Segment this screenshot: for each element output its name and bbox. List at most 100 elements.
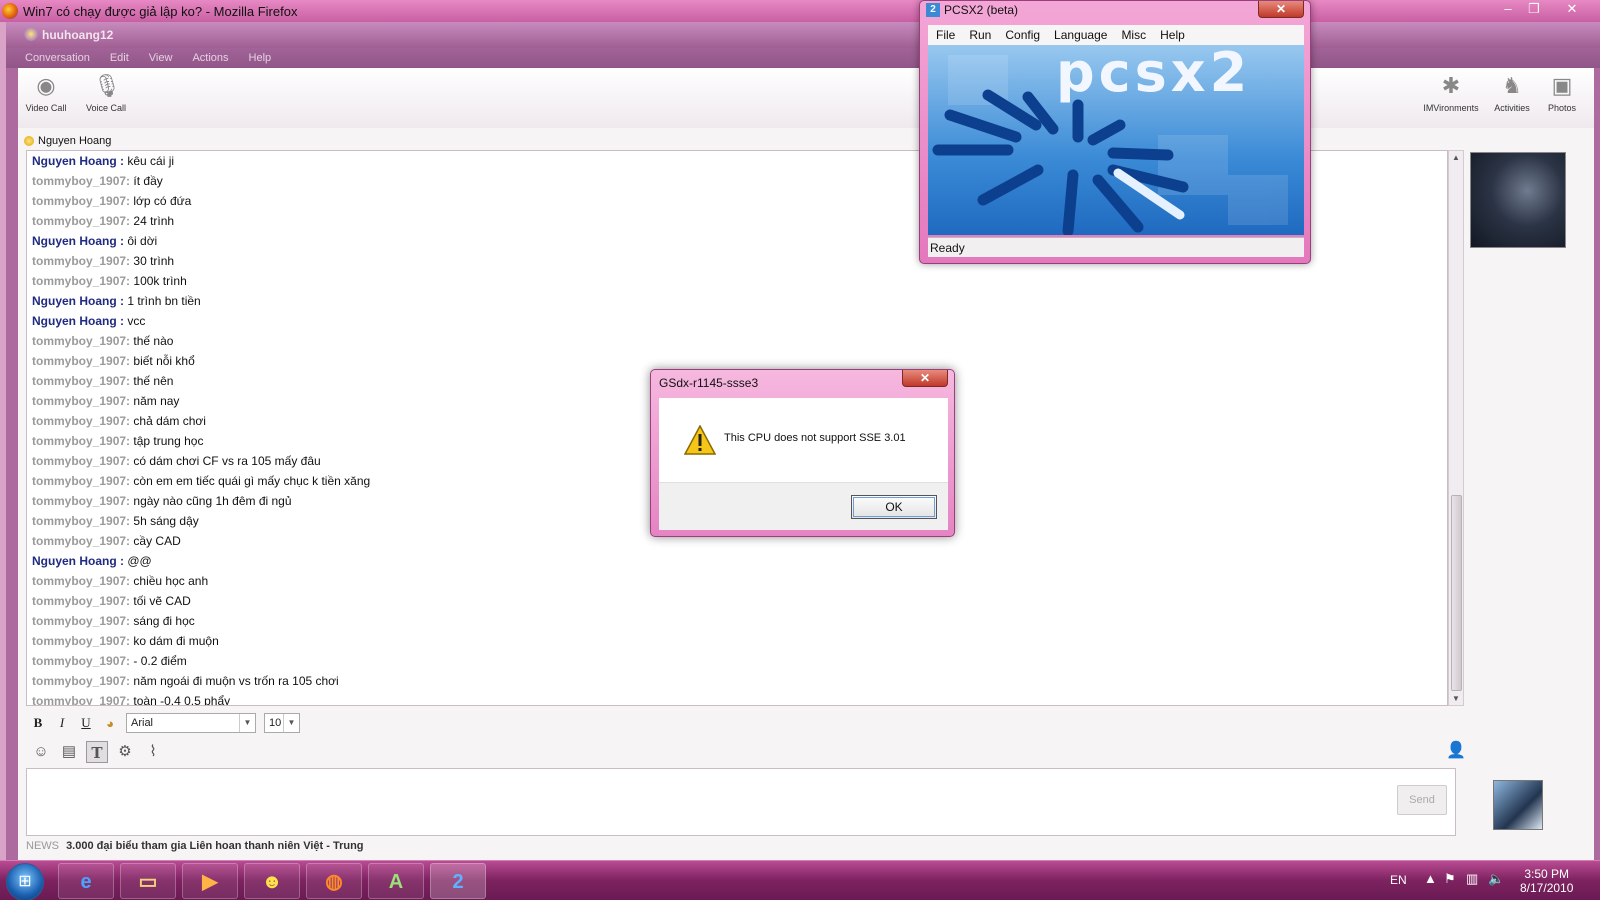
message-input[interactable]: Send — [26, 768, 1456, 836]
message-text: biết nỗi khổ — [133, 354, 195, 368]
audible-icon[interactable]: ▤ — [58, 741, 80, 763]
imvironments-button[interactable]: ✱ IMVironments — [1418, 72, 1484, 113]
yahoo-messenger-icon[interactable]: ☻ — [244, 863, 300, 899]
gsdx-close-button[interactable]: ✕ — [902, 370, 948, 387]
underline-button[interactable]: U — [78, 715, 94, 731]
message-text: ít đầy — [133, 174, 163, 188]
plugins-icon[interactable]: ⚙ — [114, 741, 136, 763]
pcsx2-close-button[interactable]: ✕ — [1258, 1, 1304, 18]
message-text: toàn -0.4 0.5 phẩy — [133, 694, 231, 706]
message-sender: tommyboy_1907: — [32, 434, 131, 448]
pcsx2-menu-misc[interactable]: Misc — [1121, 28, 1146, 42]
chess-knight-icon: ♞ — [1502, 73, 1522, 98]
pcsx2-title: PCSX2 (beta) — [944, 3, 1019, 17]
message-sender: tommyboy_1907: — [32, 474, 131, 488]
chat-message: tommyboy_1907: toàn -0.4 0.5 phẩy — [32, 691, 1447, 706]
avatar-panel — [1468, 150, 1580, 850]
emoticon-icon[interactable]: ☺ — [30, 741, 52, 763]
restore-icon[interactable]: ❐ — [1520, 0, 1548, 18]
my-avatar[interactable] — [1493, 780, 1543, 830]
clock-time: 3:50 PM — [1524, 867, 1570, 881]
send-button[interactable]: Send — [1397, 785, 1447, 815]
bold-button[interactable]: B — [30, 715, 46, 731]
message-sender: Nguyen Hoang : — [32, 314, 124, 328]
firefox-titlebar: Win7 có chạy được giả lập ko? - Mozilla … — [0, 0, 1600, 22]
pcsx2-menu-help[interactable]: Help — [1160, 28, 1185, 42]
imvironments-label: IMVironments — [1423, 103, 1479, 113]
chat-scrollbar[interactable]: ▲ ▼ — [1448, 150, 1464, 706]
chat-message: tommyboy_1907: chiều học anh — [32, 571, 1447, 591]
message-sender: tommyboy_1907: — [32, 594, 131, 608]
pcsx2-taskbar-icon[interactable]: 2 — [430, 863, 486, 899]
language-indicator[interactable]: EN — [1390, 873, 1407, 887]
message-text: cầy CAD — [133, 534, 181, 548]
gsdx-footer: OK — [659, 482, 948, 530]
file-explorer-icon[interactable]: ▭ — [120, 863, 176, 899]
firefox-icon — [2, 3, 18, 19]
message-text: thế nào — [133, 334, 174, 348]
autocad-icon[interactable]: A — [368, 863, 424, 899]
internet-explorer-icon[interactable]: e — [58, 863, 114, 899]
pcsx2-menu-config[interactable]: Config — [1005, 28, 1040, 42]
messenger-icon — [24, 27, 38, 41]
volume-icon[interactable]: 🔈 — [1488, 871, 1504, 887]
font-size-select[interactable]: 10 ▼ — [264, 713, 300, 733]
italic-button[interactable]: I — [54, 715, 70, 731]
action-center-flag-icon[interactable]: ⚑ — [1444, 871, 1456, 887]
news-ticker[interactable]: NEWS 3.000 đại biểu tham gia Liên hoan t… — [26, 840, 1456, 856]
minimize-icon[interactable]: – — [1494, 0, 1522, 18]
ok-button[interactable]: OK — [851, 495, 937, 519]
message-text: thế nên — [133, 374, 174, 388]
scroll-down-icon[interactable]: ▼ — [1452, 694, 1460, 703]
pcsx2-menu-language[interactable]: Language — [1054, 28, 1107, 42]
network-icon[interactable]: ▥ — [1466, 871, 1478, 887]
contact-bar: Nguyen Hoang — [18, 128, 1594, 150]
media-player-icon[interactable]: ▶ — [182, 863, 238, 899]
webcam-icon: ◉ — [36, 73, 56, 98]
message-sender: Nguyen Hoang : — [32, 294, 124, 308]
news-headline[interactable]: 3.000 đại biểu tham gia Liên hoan thanh … — [66, 840, 363, 852]
chat-message: Nguyen Hoang : @@ — [32, 551, 1447, 571]
message-text: lớp có đứa — [133, 194, 192, 208]
contact-avatar[interactable] — [1470, 152, 1566, 248]
text-color-icon[interactable]: ◕ — [102, 716, 118, 731]
firefox-taskbar-icon[interactable]: ◍ — [306, 863, 362, 899]
show-hidden-icons-icon[interactable]: ▲ — [1424, 871, 1437, 886]
scroll-thumb[interactable] — [1451, 495, 1462, 691]
activities-label: Activities — [1494, 103, 1530, 113]
message-text: vcc — [127, 314, 146, 328]
menu-conversation[interactable]: Conversation — [25, 52, 90, 64]
menu-edit[interactable]: Edit — [110, 52, 129, 64]
messenger-title: huuhoang12 — [42, 28, 114, 42]
message-sender: tommyboy_1907: — [32, 494, 131, 508]
message-sender: tommyboy_1907: — [32, 214, 131, 228]
video-call-button[interactable]: ◉ Video Call — [18, 72, 74, 113]
attachment-icon[interactable]: ⌇ — [142, 741, 164, 763]
menu-help[interactable]: Help — [249, 52, 272, 64]
message-text: năm ngoái đi muộn vs trốn ra 105 chơi — [133, 674, 339, 688]
add-contact-icon[interactable]: 👤 — [1446, 740, 1466, 760]
message-sender: Nguyen Hoang : — [32, 154, 124, 168]
text-format-icon[interactable]: T — [86, 741, 108, 763]
voice-call-button[interactable]: 🎙 Voice Call — [78, 72, 134, 113]
pcsx2-menu-file[interactable]: File — [936, 28, 955, 42]
clock[interactable]: 3:50 PM 8/17/2010 — [1520, 867, 1573, 895]
font-select[interactable]: Arial ▼ — [126, 713, 256, 733]
contact-name[interactable]: Nguyen Hoang — [38, 135, 111, 147]
pcsx2-titlebar: 2 PCSX2 (beta) — [926, 3, 1018, 17]
start-button[interactable]: ⊞ — [6, 863, 44, 900]
status-online-icon — [24, 136, 34, 146]
scroll-up-icon[interactable]: ▲ — [1452, 153, 1460, 162]
photos-button[interactable]: ▣ Photos — [1534, 72, 1590, 113]
menu-view[interactable]: View — [149, 52, 173, 64]
messenger-toolbar: ◉ Video Call 🎙 Voice Call ✱ IMVironments… — [18, 68, 1594, 128]
menu-actions[interactable]: Actions — [192, 52, 228, 64]
message-sender: Nguyen Hoang : — [32, 554, 124, 568]
message-text: 30 trình — [133, 254, 175, 268]
gsdx-title: GSdx-r1145-ssse3 — [659, 376, 759, 390]
activities-button[interactable]: ♞ Activities — [1484, 72, 1540, 113]
pcsx2-menu-run[interactable]: Run — [969, 28, 991, 42]
chat-message: tommyboy_1907: tối vẽ CAD — [32, 591, 1447, 611]
close-icon[interactable]: ✕ — [1558, 0, 1586, 18]
message-sender: tommyboy_1907: — [32, 514, 131, 528]
